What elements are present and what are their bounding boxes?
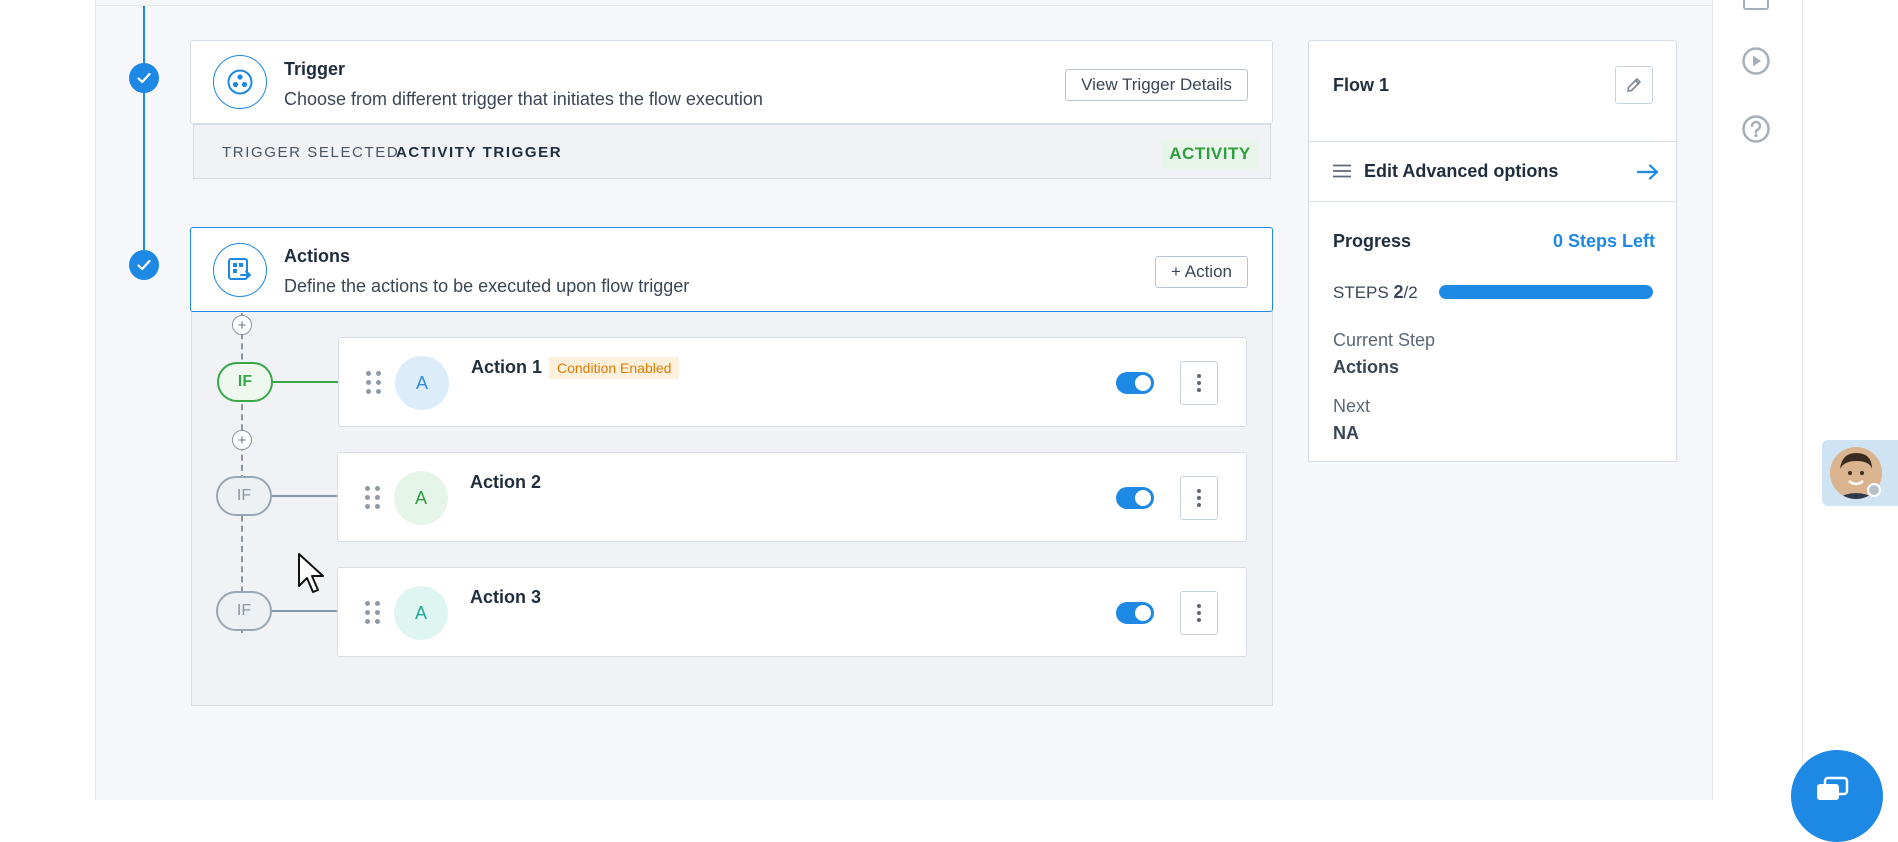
activity-badge: ACTIVITY: [1161, 139, 1259, 169]
steps-label: STEPS: [1333, 283, 1389, 302]
steps-left: 0 Steps Left: [1553, 231, 1656, 251]
action-row[interactable]: A Action 1 Condition Enabled: [338, 337, 1247, 427]
actions-subtitle: Define the actions to be executed upon f…: [284, 276, 690, 296]
insert-plus-icon[interactable]: +: [232, 430, 252, 450]
trigger-selected-value: ACTIVITY TRIGGER: [396, 144, 563, 161]
action-enable-toggle[interactable]: [1116, 372, 1154, 394]
agent-avatar-tab[interactable]: [1822, 440, 1898, 506]
steps-current: 2: [1393, 282, 1404, 302]
action-name: Action 3: [470, 587, 542, 607]
trigger-card: Trigger Choose from different trigger th…: [190, 40, 1273, 124]
drag-handle-icon[interactable]: [366, 371, 381, 394]
trigger-selected-strip: TRIGGER SELECTED ACTIVITY TRIGGER ACTIVI…: [193, 124, 1271, 179]
flow-name-panel: Flow 1: [1308, 40, 1677, 142]
insert-plus-icon[interactable]: +: [232, 315, 252, 335]
chat-icon: [1815, 776, 1849, 802]
trigger-title: Trigger: [284, 59, 346, 79]
action-avatar: A: [394, 586, 448, 640]
actions-card: Actions Define the actions to be execute…: [190, 227, 1273, 312]
drag-handle-icon[interactable]: [365, 486, 380, 509]
action-avatar: A: [395, 356, 449, 410]
progress-bar-fill: [1439, 285, 1653, 299]
action-row[interactable]: A Action 2: [337, 452, 1247, 542]
top-divider: [95, 5, 1713, 6]
trigger-icon: [213, 55, 267, 109]
document-icon[interactable]: [1743, 0, 1769, 10]
if-condition-toggle-1[interactable]: IF: [217, 362, 273, 402]
drag-handle-icon[interactable]: [365, 601, 380, 624]
kebab-icon[interactable]: [1180, 591, 1218, 635]
current-step-value: Actions: [1333, 357, 1400, 377]
if-condition-toggle-3[interactable]: IF: [216, 591, 272, 631]
action-row[interactable]: A Action 3: [337, 567, 1247, 657]
action-name: Action 2: [470, 472, 542, 492]
cursor-icon: [297, 552, 327, 596]
view-trigger-details-button[interactable]: View Trigger Details: [1065, 69, 1248, 101]
actions-step-check-icon: [129, 250, 159, 280]
trigger-selected-label: TRIGGER SELECTED: [222, 144, 400, 161]
flow-name: Flow 1: [1333, 75, 1390, 95]
kebab-icon[interactable]: [1180, 361, 1218, 405]
action-enable-toggle[interactable]: [1116, 487, 1154, 509]
if-connector-3: [272, 610, 338, 612]
pencil-icon[interactable]: [1615, 66, 1653, 104]
steps-counter: STEPS 2/2: [1333, 282, 1418, 303]
action-enable-toggle[interactable]: [1116, 602, 1154, 624]
if-connector-1: [272, 381, 338, 383]
action-name: Action 1: [471, 357, 543, 377]
menu-icon: [1333, 164, 1351, 178]
current-step-label: Current Step: [1333, 330, 1436, 350]
kebab-icon[interactable]: [1180, 476, 1218, 520]
add-action-button[interactable]: + Action: [1155, 256, 1248, 288]
action-avatar: A: [394, 471, 448, 525]
trigger-step-check-icon: [129, 63, 159, 93]
next-value: NA: [1333, 423, 1359, 443]
actions-title: Actions: [284, 246, 351, 266]
condition-connector-line: [241, 313, 243, 633]
progress-bar: [1439, 285, 1653, 299]
if-condition-toggle-2[interactable]: IF: [216, 476, 272, 516]
advanced-options-label: Edit Advanced options: [1364, 161, 1559, 181]
advanced-options-row[interactable]: Edit Advanced options: [1308, 141, 1677, 202]
condition-enabled-badge: Condition Enabled: [549, 357, 680, 379]
steps-total: /2: [1403, 283, 1418, 302]
actions-icon: [213, 243, 267, 297]
help-icon[interactable]: [1741, 114, 1771, 144]
play-icon[interactable]: [1741, 46, 1771, 76]
progress-panel: Progress 0 Steps Left STEPS 2/2 Current …: [1308, 201, 1677, 462]
next-label: Next: [1333, 396, 1371, 416]
if-connector-2: [272, 495, 338, 497]
status-dot: [1867, 483, 1881, 497]
progress-label: Progress: [1333, 231, 1412, 251]
chat-button[interactable]: [1791, 750, 1883, 842]
trigger-subtitle: Choose from different trigger that initi…: [284, 89, 763, 109]
timeline-line: [143, 6, 145, 264]
arrow-right-icon: [1636, 164, 1659, 180]
